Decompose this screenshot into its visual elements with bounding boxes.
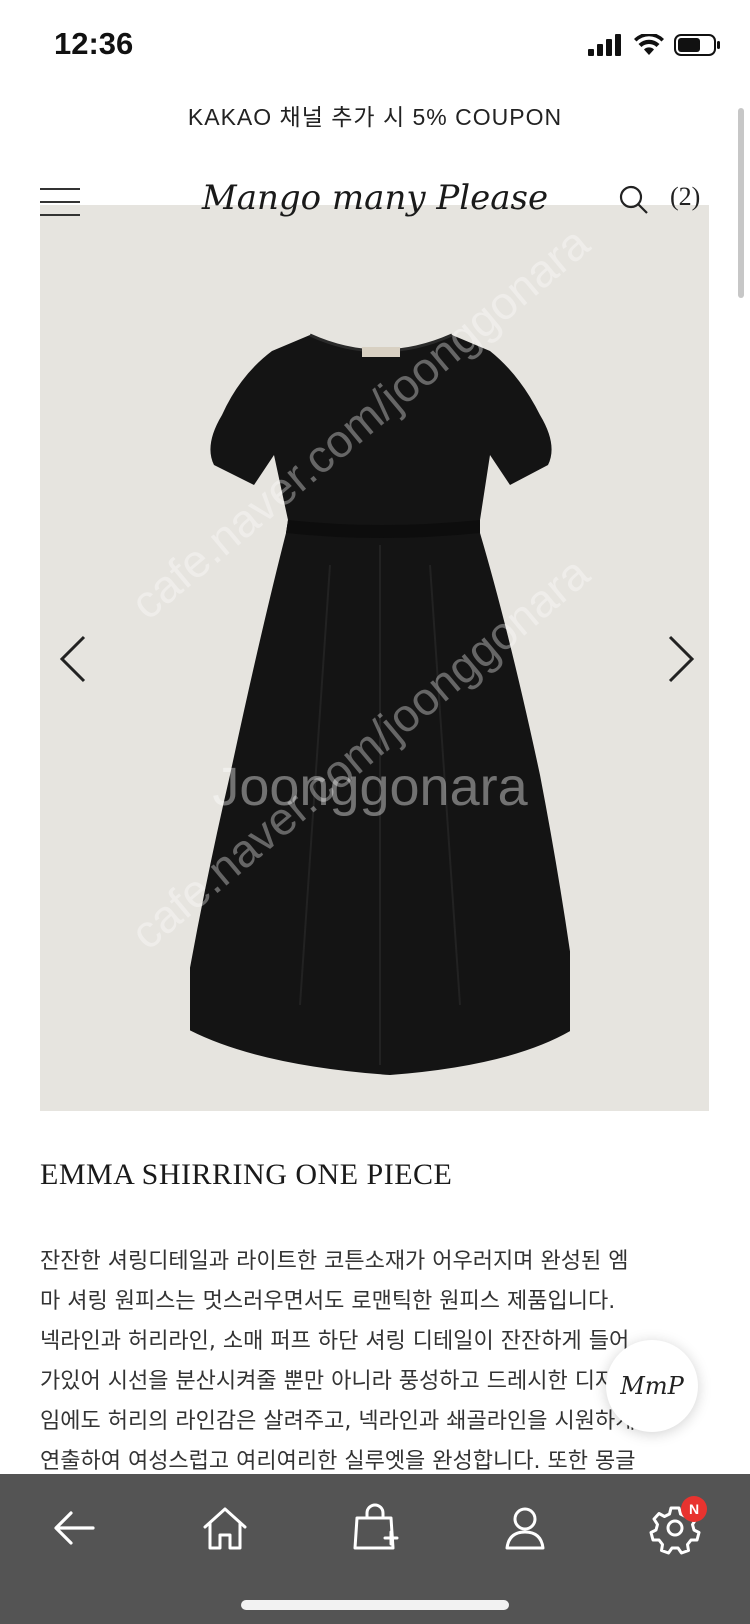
screen: 12:36 KAKAO 채널 추가 시 5% COUPON cafe.naver… [0,0,750,1624]
product-image-carousel[interactable]: cafe.naver.com/joonggonara cafe.naver.co… [40,205,709,1111]
product-title: EMMA SHIRRING ONE PIECE [40,1158,453,1191]
nav-settings-button[interactable]: N [645,1496,707,1558]
promo-banner[interactable]: KAKAO 채널 추가 시 5% COUPON [0,98,750,132]
search-icon [619,185,648,214]
nav-back-button[interactable] [45,1498,105,1558]
status-icons [588,30,722,60]
notification-badge: N [681,1496,707,1522]
status-bar: 12:36 [0,0,750,92]
home-indicator[interactable] [241,1600,509,1610]
home-icon [203,1507,247,1550]
header: Mango many Please (2) [0,170,750,230]
cart-count-button[interactable]: (2) [670,182,700,212]
carousel-prev-button[interactable] [54,629,94,689]
carousel-next-button[interactable] [660,629,700,689]
nav-my-page-button[interactable] [495,1498,555,1558]
cellular-signal-icon [588,34,621,56]
chevron-left-icon [59,635,86,683]
nav-home-button[interactable] [195,1498,255,1558]
back-arrow-icon [54,1511,95,1545]
product-description: 잔잔한 셔링디테일과 라이트한 코튼소재가 어우러지며 완성된 엠 마 셔링 원… [40,1242,710,1482]
dress-image [190,333,570,1075]
description-line: 넥라인과 허리라인, 소매 퍼프 하단 셔링 디테일이 잔잔하게 들어 [40,1329,630,1354]
bottom-nav-bar: N [0,1474,750,1624]
chevron-right-icon [668,635,695,683]
shopping-bag-add-icon [353,1503,399,1550]
wifi-icon [634,34,664,55]
description-line: 잔잔한 셔링디테일과 라이트한 코튼소재가 어우러지며 완성된 엠 [40,1249,629,1274]
status-time: 12:36 [54,26,134,61]
battery-icon [674,34,720,56]
nav-shopping-bag-button[interactable] [345,1498,405,1558]
description-line: 임에도 허리의 라인감은 살려주고, 넥라인과 쇄골라인을 시원하게 [40,1409,636,1434]
description-line: 마 셔링 원피스는 멋스러우면서도 로맨틱한 원피스 제품입니다. [40,1289,616,1314]
user-icon [505,1507,545,1550]
search-button[interactable] [618,184,650,216]
floating-brand-badge[interactable]: MmP [606,1340,698,1432]
